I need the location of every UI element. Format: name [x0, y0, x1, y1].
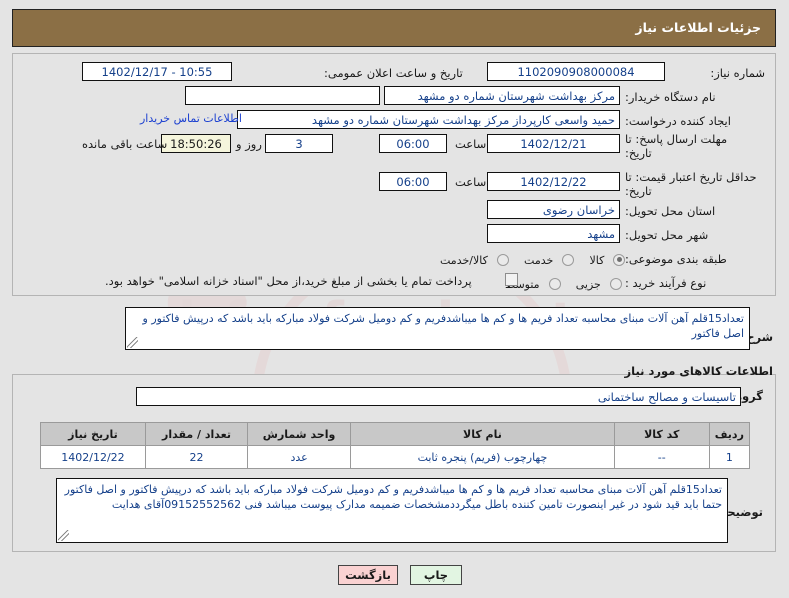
- public-announce-field[interactable]: 1402/12/17 - 10:55: [82, 62, 232, 81]
- table-header-row: ردیف کد کالا نام کالا واحد شمارش تعداد /…: [40, 422, 751, 446]
- print-button[interactable]: چاپ: [410, 565, 462, 585]
- response-deadline-label-line2: تاریخ:: [625, 146, 652, 160]
- creator-field[interactable]: حمید واسعی کارپرداز مرکز بهداشت شهرستان …: [237, 110, 620, 129]
- category-radio-2[interactable]: [496, 253, 509, 266]
- window-titlebar: جزئیات اطلاعات نیاز: [12, 9, 776, 47]
- category-radio-1[interactable]: [562, 253, 575, 266]
- buyer-org-extra-field[interactable]: [185, 86, 380, 105]
- countdown-days-field: 3: [265, 134, 333, 153]
- table-row: 1 -- چهارچوب (فریم) پنجره ثابت عدد 22 14…: [40, 445, 751, 469]
- back-button[interactable]: بازگشت: [338, 565, 398, 585]
- col-row-number: ردیف: [708, 422, 751, 446]
- price-validity-time-field[interactable]: 06:00: [379, 172, 447, 191]
- buyer-org-label: نام دستگاه خریدار:: [625, 90, 716, 104]
- price-validity-date-field[interactable]: 1402/12/22: [487, 172, 620, 191]
- countdown-remaining-field: 18:50:26: [161, 134, 231, 153]
- cell-goods-code: --: [613, 445, 710, 469]
- col-need-date: تاریخ نیاز: [40, 422, 146, 446]
- countdown-days-label: روز و: [236, 137, 262, 151]
- buyer-org-field[interactable]: مرکز بهداشت شهرستان شماره دو مشهد: [384, 86, 620, 105]
- cell-row-number: 1: [708, 445, 751, 469]
- city-label: شهر محل تحویل:: [625, 228, 709, 242]
- countdown-remaining-label: ساعت باقی مانده: [82, 137, 168, 151]
- treasury-docs-checkbox-label: پرداخت تمام یا بخشی از مبلغ خرید،از محل …: [105, 274, 472, 288]
- cell-need-date: 1402/12/22: [40, 445, 146, 469]
- buyer-contact-link[interactable]: اطلاعات تماس خریدار: [140, 112, 242, 125]
- treasury-docs-checkbox[interactable]: [505, 273, 518, 286]
- goods-section-heading: اطلاعات کالاهای مورد نیاز: [624, 364, 773, 378]
- response-deadline-time-label: ساعت: [455, 137, 487, 151]
- description-text: تعداد15قلم آهن آلات مبنای محاسبه تعداد ف…: [142, 312, 744, 340]
- price-validity-time-label: ساعت: [455, 175, 487, 189]
- need-number-label: شماره نیاز:: [710, 66, 765, 80]
- creator-label: ایجاد کننده درخواست:: [625, 114, 731, 128]
- province-label: استان محل تحویل:: [625, 204, 716, 218]
- price-validity-label-line2: تاریخ:: [625, 184, 652, 198]
- goods-table: ردیف کد کالا نام کالا واحد شمارش تعداد /…: [40, 422, 751, 469]
- purchase-type-radio-0[interactable]: [609, 277, 622, 290]
- response-deadline-date-field[interactable]: 1402/12/21: [487, 134, 620, 153]
- col-quantity: تعداد / مقدار: [144, 422, 249, 446]
- col-goods-name: نام کالا: [350, 422, 615, 446]
- resize-grip-icon[interactable]: [127, 337, 138, 348]
- cell-quantity: 22: [144, 445, 249, 469]
- city-field[interactable]: مشهد: [487, 224, 620, 243]
- cell-goods-name: چهارچوب (فریم) پنجره ثابت: [350, 445, 615, 469]
- response-deadline-time-field[interactable]: 06:00: [379, 134, 447, 153]
- description-textarea[interactable]: تعداد15قلم آهن آلات مبنای محاسبه تعداد ف…: [125, 307, 750, 350]
- buyer-notes-text: تعداد15قلم آهن آلات مبنای محاسبه تعداد ف…: [64, 483, 722, 511]
- price-validity-label-line1: حداقل تاریخ اعتبار قیمت: تا: [625, 170, 757, 184]
- category-radio-group: کالا خدمت کالا/خدمت: [430, 249, 626, 268]
- page-root: irfanfead.net جزئیات اطلاعات نیاز شماره …: [0, 0, 789, 598]
- category-option-0-label: کالا: [589, 254, 605, 267]
- category-option-2-label: کالا/خدمت: [440, 254, 488, 267]
- category-option-1-label: خدمت: [524, 254, 554, 267]
- province-field[interactable]: خراسان رضوی: [487, 200, 620, 219]
- response-deadline-label-line1: مهلت ارسال پاسخ: تا: [625, 132, 728, 146]
- col-goods-code: کد کالا: [613, 422, 710, 446]
- page-title: جزئیات اطلاعات نیاز: [635, 20, 761, 35]
- buyer-notes-textarea[interactable]: تعداد15قلم آهن آلات مبنای محاسبه تعداد ف…: [56, 478, 728, 543]
- category-radio-0[interactable]: [613, 253, 626, 266]
- category-label: طبقه بندی موضوعی:: [625, 252, 727, 266]
- goods-group-field[interactable]: تاسیسات و مصالح ساختمانی: [136, 387, 741, 406]
- public-announce-label: تاریخ و ساعت اعلان عمومی:: [324, 66, 463, 80]
- purchase-type-radio-1[interactable]: [548, 277, 561, 290]
- col-unit: واحد شمارش: [247, 422, 352, 446]
- cell-unit: عدد: [247, 445, 352, 469]
- resize-grip-icon-notes[interactable]: [58, 530, 69, 541]
- purchase-type-option-0-label: جزیی: [575, 278, 601, 291]
- need-number-field[interactable]: 1102090908000084: [487, 62, 665, 81]
- purchase-type-label: نوع فرآیند خرید :: [625, 276, 707, 290]
